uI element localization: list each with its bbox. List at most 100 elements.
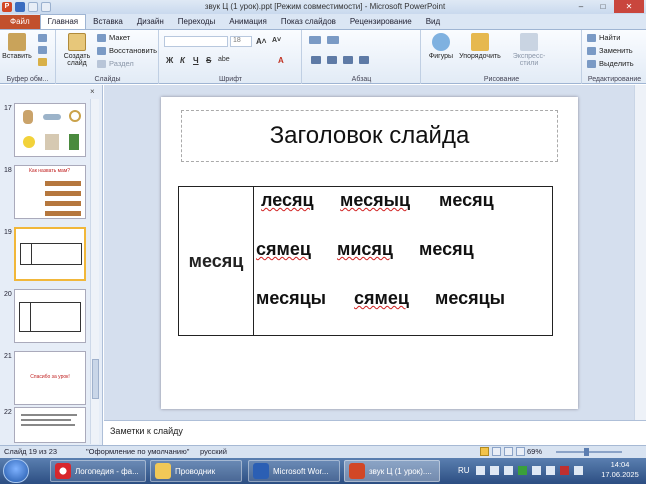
taskbar-item-explorer[interactable]: Проводник	[150, 460, 242, 482]
theme-name[interactable]: "Оформление по умолчанию"	[86, 447, 189, 456]
slides-pane: × 17 18 Как назвать мам? 19 20 21 Спасиб…	[0, 85, 103, 445]
paste-button[interactable]: Вставить	[2, 33, 32, 60]
align-center-button[interactable]	[327, 56, 337, 64]
drawing-group-label: Рисование	[483, 76, 520, 83]
quick-styles-button[interactable]: Экспресс-стили	[504, 33, 554, 67]
shapes-button[interactable]: Фигуры	[426, 33, 456, 60]
bullets-icon	[309, 36, 321, 44]
slides-pane-scrollbar[interactable]	[90, 99, 99, 444]
scrollbar-thumb[interactable]	[92, 359, 99, 399]
language-status[interactable]: русский	[200, 447, 227, 456]
bullets-button[interactable]	[309, 36, 321, 44]
start-button[interactable]	[3, 459, 29, 483]
replace-button[interactable]: Заменить	[587, 46, 633, 55]
tab-view[interactable]: Вид	[419, 15, 447, 29]
slide-thumbnail-17[interactable]	[14, 103, 86, 157]
slide-thumbnail-19[interactable]	[14, 227, 86, 281]
keyboard-language[interactable]: RU	[458, 466, 470, 475]
new-slide-button[interactable]: Создать слайд	[60, 33, 94, 67]
workspace-scrollbar[interactable]	[634, 85, 646, 420]
italic-button[interactable]: К	[180, 56, 185, 65]
minimize-button[interactable]: –	[570, 0, 592, 13]
maximize-button[interactable]: □	[592, 0, 614, 13]
zoom-level[interactable]: 69%	[527, 447, 542, 456]
align-left-icon	[311, 56, 321, 64]
font-color-icon[interactable]: A	[278, 56, 284, 65]
align-left-button[interactable]	[311, 56, 321, 64]
title-placeholder[interactable]: Заголовок слайда	[181, 110, 558, 162]
format-painter-button[interactable]	[38, 58, 47, 66]
tab-file[interactable]: Файл	[0, 15, 40, 29]
section-icon	[97, 59, 106, 68]
tray-icon[interactable]	[504, 466, 513, 475]
layout-button[interactable]: Макет	[97, 33, 130, 42]
slide-thumbnail-21[interactable]: Спасибо за урок!	[14, 351, 86, 405]
slide-thumbnail-22[interactable]	[14, 407, 86, 443]
tab-transitions[interactable]: Переходы	[171, 15, 223, 29]
font-group: 18 A˄ A˅ Ж К Ч S abe A Шрифт	[160, 30, 302, 84]
close-button[interactable]: ✕	[614, 0, 644, 13]
zoom-slider-handle[interactable]	[584, 448, 589, 456]
taskbar-item-opera[interactable]: Логопедия - фа...	[50, 460, 146, 482]
shrink-font-icon[interactable]: A˅	[272, 37, 281, 44]
tab-animation[interactable]: Анимация	[222, 15, 274, 29]
underline-button[interactable]: Ч	[193, 56, 199, 65]
editing-group: Найти Заменить Выделить Редактирование	[583, 30, 646, 84]
save-icon[interactable]	[15, 2, 25, 12]
tab-design[interactable]: Дизайн	[130, 15, 171, 29]
flag-icon[interactable]	[532, 466, 541, 475]
slide-counter: Слайд 19 из 23	[4, 447, 58, 456]
clipboard-group-label: Буфер обм...	[6, 76, 49, 83]
numbering-button[interactable]	[327, 36, 339, 44]
taskbar-item-word[interactable]: Microsoft Wor...	[248, 460, 340, 482]
taskbar: Логопедия - фа... Проводник Microsoft Wo…	[0, 458, 646, 484]
bold-button[interactable]: Ж	[166, 56, 173, 65]
notes-pane[interactable]: Заметки к слайду	[104, 420, 646, 444]
section-button[interactable]: Раздел	[97, 59, 134, 68]
thumb-table-cell	[19, 302, 31, 332]
justify-button[interactable]	[359, 56, 369, 64]
select-button[interactable]: Выделить	[587, 59, 634, 68]
sorter-view-icon[interactable]	[492, 447, 501, 456]
copy-button[interactable]	[38, 46, 47, 54]
slide-number: 19	[4, 229, 12, 236]
reset-button[interactable]: Восстановить	[97, 46, 157, 55]
find-button[interactable]: Найти	[587, 33, 620, 42]
reading-view-icon[interactable]	[504, 447, 513, 456]
slideshow-view-icon[interactable]	[516, 447, 525, 456]
close-pane-icon[interactable]: ×	[90, 87, 95, 96]
slide-thumbnail-18[interactable]: Как назвать мам?	[14, 165, 86, 219]
security-icon[interactable]	[560, 466, 569, 475]
cut-button[interactable]	[38, 34, 47, 42]
tray-icon[interactable]	[490, 466, 499, 475]
slide-thumbnail-20[interactable]	[14, 289, 86, 343]
undo-icon[interactable]	[28, 2, 38, 12]
volume-icon[interactable]	[546, 466, 555, 475]
tab-home[interactable]: Главная	[39, 14, 87, 29]
strikethrough-button[interactable]: S	[206, 56, 211, 65]
grow-font-icon[interactable]: A˄	[256, 37, 266, 46]
align-right-button[interactable]	[343, 56, 353, 64]
thumb-text-line	[21, 424, 75, 426]
font-size-select[interactable]: 18	[230, 36, 252, 47]
thumb-image	[69, 110, 81, 122]
tab-review[interactable]: Рецензирование	[343, 15, 419, 29]
scissors-icon	[38, 34, 47, 42]
tab-insert[interactable]: Вставка	[86, 15, 130, 29]
shadow-button[interactable]: abe	[218, 56, 230, 63]
font-family-select[interactable]	[164, 36, 228, 47]
signal-icon[interactable]	[574, 466, 583, 475]
zoom-slider[interactable]	[556, 451, 622, 453]
tray-icon[interactable]	[476, 466, 485, 475]
tab-slideshow[interactable]: Показ слайдов	[274, 15, 343, 29]
network-icon[interactable]	[518, 466, 527, 475]
taskbar-item-powerpoint[interactable]: звук Ц (1 урок)....	[344, 460, 440, 482]
align-center-icon	[327, 56, 337, 64]
table-word: месяцы	[256, 288, 327, 308]
normal-view-icon[interactable]	[480, 447, 489, 456]
redo-icon[interactable]	[41, 2, 51, 12]
title-bar: P звук Ц (1 урок).ppt [Режим совместимос…	[0, 0, 646, 14]
clock[interactable]: 14:04 17.06.2025	[598, 460, 642, 480]
arrange-button[interactable]: Упорядочить	[458, 33, 502, 60]
slide-table[interactable]: месяц лесяц месяыц месяц сямец мисяц мес…	[178, 186, 553, 336]
